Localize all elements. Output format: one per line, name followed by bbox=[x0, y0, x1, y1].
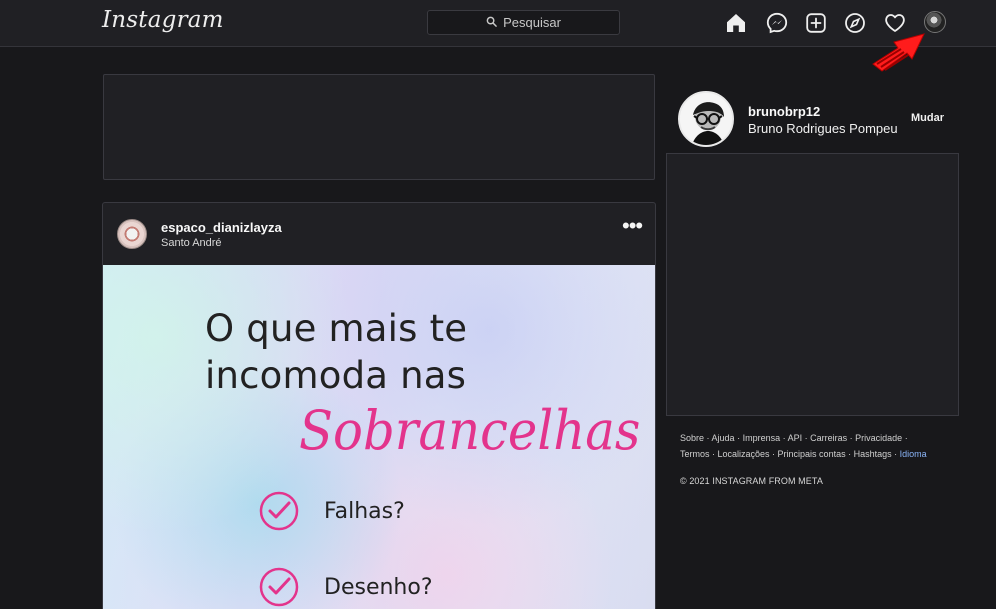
post-image-headline: O que mais te incomoda nas bbox=[205, 305, 585, 399]
search-placeholder: Pesquisar bbox=[503, 15, 561, 30]
post-image-item-desenho: Desenho? bbox=[324, 574, 433, 600]
current-user-full-name: Bruno Rodrigues Pompeu bbox=[748, 121, 898, 136]
footer-link-carreiras[interactable]: Carreiras bbox=[810, 433, 847, 443]
post-image-script-word: Sobrancelhas bbox=[299, 399, 641, 462]
search-input[interactable]: Pesquisar bbox=[427, 10, 620, 35]
post-location[interactable]: Santo André bbox=[161, 237, 222, 249]
current-user-username[interactable]: brunobrp12 bbox=[748, 104, 820, 119]
top-navigation-bar: Instagram Pesquisar bbox=[0, 0, 996, 47]
home-icon[interactable] bbox=[724, 11, 748, 35]
copyright-text: © 2021 INSTAGRAM FROM META bbox=[680, 476, 823, 486]
post-image-check-item: Falhas? bbox=[257, 487, 405, 535]
post-username[interactable]: espaco_dianizlayza bbox=[161, 220, 282, 235]
red-pointer-arrow bbox=[872, 33, 925, 72]
search-icon bbox=[486, 15, 497, 30]
checkmark-circle-icon bbox=[259, 491, 299, 531]
post-header: espaco_dianizlayza Santo André ••• bbox=[103, 203, 655, 265]
footer-link-hashtags[interactable]: Hashtags bbox=[854, 449, 892, 459]
footer-links: Sobre · Ajuda · Imprensa · API · Carreir… bbox=[680, 433, 927, 459]
footer-link-sobre[interactable]: Sobre bbox=[680, 433, 704, 443]
footer-link-privacidade[interactable]: Privacidade bbox=[855, 433, 902, 443]
post-image-item-falhas: Falhas? bbox=[324, 498, 405, 524]
switch-account-button[interactable]: Mudar bbox=[911, 112, 944, 124]
stories-panel bbox=[103, 74, 655, 180]
create-post-icon[interactable] bbox=[804, 11, 828, 35]
post-image-check-item: Desenho? bbox=[257, 563, 433, 609]
post-image-line-1: O que mais te bbox=[205, 307, 468, 350]
instagram-logo[interactable]: Instagram bbox=[102, 7, 224, 33]
post-image-line-2: incomoda nas bbox=[205, 354, 467, 397]
current-user-avatar[interactable] bbox=[678, 91, 734, 147]
suggestions-panel bbox=[666, 153, 959, 416]
footer-link-termos[interactable]: Termos bbox=[680, 449, 710, 459]
feed-post: espaco_dianizlayza Santo André ••• O que… bbox=[102, 202, 656, 609]
footer-link-idioma[interactable]: Idioma bbox=[900, 449, 927, 459]
post-author-avatar[interactable] bbox=[117, 219, 147, 249]
footer-link-localizacoes[interactable]: Localizações bbox=[718, 449, 770, 459]
explore-icon[interactable] bbox=[843, 11, 867, 35]
post-image[interactable]: O que mais te incomoda nas Sobrancelhas … bbox=[103, 265, 655, 609]
checkmark-circle-icon bbox=[259, 567, 299, 607]
footer-link-imprensa[interactable]: Imprensa bbox=[743, 433, 781, 443]
footer-link-api[interactable]: API bbox=[788, 433, 803, 443]
footer-link-ajuda[interactable]: Ajuda bbox=[712, 433, 735, 443]
more-options-icon[interactable]: ••• bbox=[622, 215, 643, 241]
messenger-icon[interactable] bbox=[765, 11, 789, 35]
footer-link-principais-contas[interactable]: Principais contas bbox=[778, 449, 846, 459]
